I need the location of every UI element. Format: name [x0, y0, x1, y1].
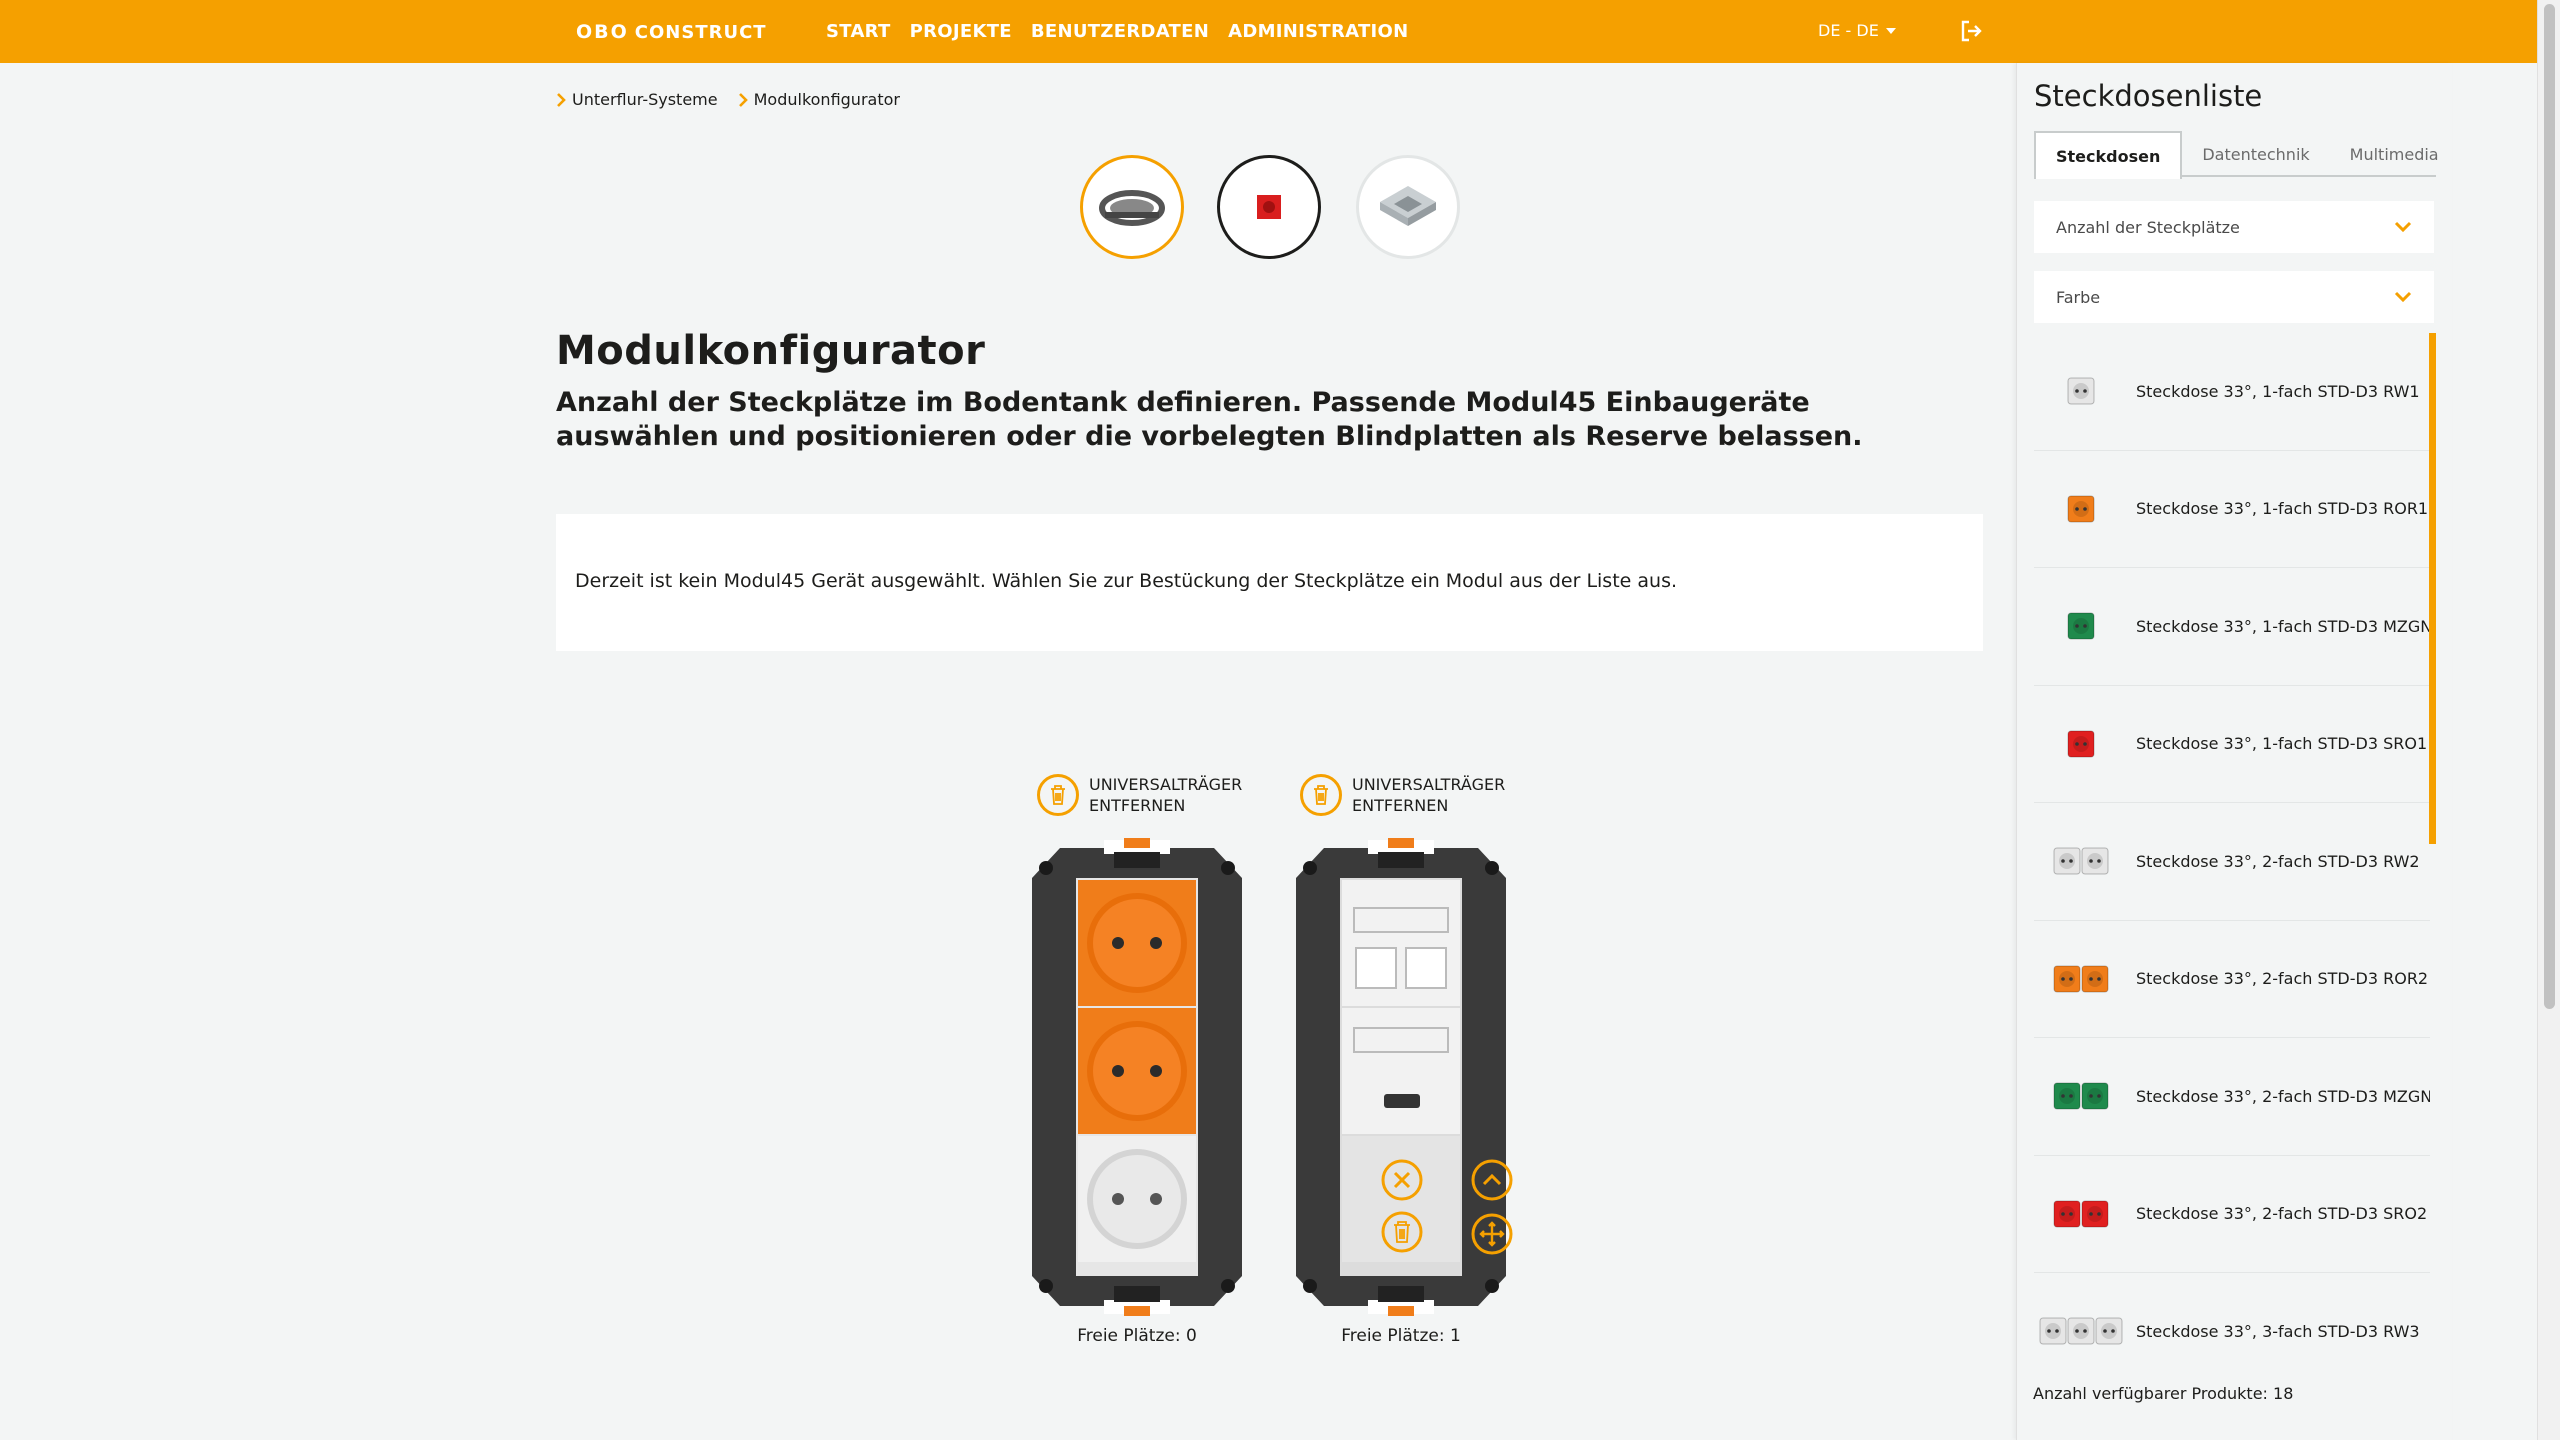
remove-carrier-label: Universalträger entfernen [1352, 774, 1505, 816]
socket-thumbnail [2034, 1066, 2130, 1126]
logo-text: CONSTRUCT [634, 21, 767, 43]
product-label: Steckdose 33°, 2-fach STD-D3 SRO2 [2136, 1204, 2428, 1224]
step-module[interactable] [1217, 155, 1321, 259]
floor-box-icon [1099, 190, 1165, 226]
info-text: Derzeit ist kein Modul45 Gerät ausgewähl… [575, 570, 1678, 592]
step-floor-box[interactable] [1080, 155, 1184, 259]
product-item[interactable]: Steckdose 33°, 2-fach STD-D3 MZGN2 [2034, 1038, 2430, 1156]
trash-icon [1037, 774, 1079, 816]
nav-benutzerdaten[interactable]: BENUTZERDATEN [1031, 21, 1209, 42]
product-label: Steckdose 33°, 2-fach STD-D3 MZGN2 [2136, 1086, 2430, 1106]
hdmi-module[interactable] [1342, 1008, 1460, 1134]
product-label: Steckdose 33°, 1-fach STD-D3 MZGN1 [2136, 616, 2430, 636]
socket-thumbnail [2034, 1301, 2130, 1361]
nav-administration[interactable]: ADMINISTRATION [1228, 21, 1408, 42]
language-select[interactable]: DE - DE [1818, 21, 1896, 40]
product-item[interactable]: Steckdose 33°, 1-fach STD-D3 RW1 [2034, 333, 2430, 451]
socket-list-sidebar: Steckdosenliste Steckdosen Datentechnik … [2016, 63, 2452, 1440]
product-item[interactable]: Steckdose 33°, 1-fach STD-D3 ROR1 [2034, 451, 2430, 568]
data-module[interactable] [1342, 880, 1460, 1006]
top-bar: OBO CONSTRUCT START PROJEKTE BENUTZERDAT… [0, 0, 2560, 63]
tab-steckdosen[interactable]: Steckdosen [2034, 131, 2183, 179]
product-label: Steckdose 33°, 2-fach STD-D3 RW2 [2136, 851, 2420, 871]
chevron-down-icon [2394, 221, 2412, 233]
product-label: Steckdose 33°, 1-fach STD-D3 ROR1 [2136, 499, 2429, 519]
red-socket-icon [1257, 195, 1281, 219]
trash-icon [1300, 774, 1342, 816]
free-slots: Freie Plätze: 1 [1341, 1326, 1461, 1346]
label-line: entfernen [1089, 796, 1186, 815]
page-title: Modulkonfigurator [556, 328, 986, 374]
logout-icon[interactable] [1958, 18, 1984, 44]
move-icon[interactable] [1470, 1212, 1514, 1256]
carrier-frame [1032, 838, 1242, 1316]
breadcrumb-label: Unterflur-Systeme [572, 90, 718, 109]
remove-carrier-label: Universalträger entfernen [1089, 774, 1242, 816]
breadcrumb-item[interactable]: Unterflur-Systeme [556, 90, 718, 109]
sidebar-title: Steckdosenliste [2034, 79, 2263, 113]
breadcrumb: Unterflur-Systeme Modulkonfigurator [556, 90, 900, 109]
product-label: Steckdose 33°, 1-fach STD-D3 RW1 [2136, 381, 2420, 401]
socket-thumbnail [2034, 1184, 2130, 1244]
socket-orange[interactable] [1078, 1008, 1196, 1134]
product-count: Anzahl verfügbarer Produkte: 18 [2033, 1384, 2294, 1403]
chevron-up-icon[interactable] [1470, 1158, 1514, 1202]
page-scrollbar[interactable] [2537, 0, 2560, 1440]
remove-carrier-button[interactable]: Universalträger entfernen [1037, 774, 1242, 816]
info-box: Derzeit ist kein Modul45 Gerät ausgewähl… [556, 514, 1983, 651]
product-item[interactable]: Steckdose 33°, 2-fach STD-D3 SRO2 [2034, 1156, 2430, 1273]
socket-orange[interactable] [1078, 880, 1196, 1006]
free-slots: Freie Plätze: 0 [1077, 1326, 1197, 1346]
socket-thumbnail [2034, 831, 2130, 891]
sidebar-tabs: Steckdosen Datentechnik Multimedia [2034, 131, 2439, 179]
product-label: Steckdose 33°, 2-fach STD-D3 ROR2 [2136, 969, 2429, 989]
logo[interactable]: OBO CONSTRUCT [576, 20, 767, 44]
filter-label: Farbe [2056, 287, 2101, 307]
main-nav: START PROJEKTE BENUTZERDATEN ADMINISTRAT… [826, 0, 1428, 63]
step-cover[interactable] [1356, 155, 1460, 259]
product-item[interactable]: Steckdose 33°, 1-fach STD-D3 SRO1 [2034, 686, 2430, 803]
product-item[interactable]: Steckdose 33°, 2-fach STD-D3 RW2 [2034, 803, 2430, 921]
nav-projekte[interactable]: PROJEKTE [910, 21, 1012, 42]
cover-icon [1380, 186, 1436, 226]
product-list: Steckdose 33°, 1-fach STD-D3 RW1 Steckdos… [2034, 333, 2430, 1389]
close-icon[interactable] [1380, 1158, 1424, 1202]
label-line: Universalträger [1089, 775, 1243, 794]
product-item[interactable]: Steckdose 33°, 1-fach STD-D3 MZGN1 [2034, 568, 2430, 686]
product-item[interactable]: Steckdose 33°, 2-fach STD-D3 ROR2 [2034, 921, 2430, 1038]
chevron-down-icon [2394, 291, 2412, 303]
chevron-right-icon [557, 92, 566, 107]
breadcrumb-label: Modulkonfigurator [753, 90, 900, 109]
nav-start[interactable]: START [826, 21, 891, 42]
remove-carrier-button[interactable]: Universalträger entfernen [1300, 774, 1505, 816]
tab-datentechnik[interactable]: Datentechnik [2182, 131, 2329, 177]
socket-thumbnail [2034, 714, 2130, 774]
chevron-right-icon [738, 92, 748, 107]
trash-icon[interactable] [1380, 1210, 1424, 1254]
logo-mark: OBO [576, 21, 629, 43]
page-scrollbar-thumb[interactable] [2544, 4, 2555, 1009]
product-label: Steckdose 33°, 3-fach STD-D3 RW3 [2136, 1321, 2420, 1341]
socket-thumbnail [2034, 479, 2130, 539]
filter-label: Anzahl der Steckplätze [2056, 217, 2240, 237]
label-line: Universalträger [1352, 775, 1506, 794]
socket-thumbnail [2034, 949, 2130, 1009]
socket-white[interactable] [1078, 1136, 1196, 1262]
list-scrollbar[interactable] [2429, 333, 2436, 844]
filter-color[interactable]: Farbe [2034, 271, 2434, 323]
label-line: entfernen [1352, 796, 1449, 815]
socket-thumbnail [2034, 361, 2130, 421]
product-item[interactable]: Steckdose 33°, 3-fach STD-D3 RW3 [2034, 1273, 2430, 1389]
filter-slot-count[interactable]: Anzahl der Steckplätze [2034, 201, 2434, 253]
language-label: DE - DE [1818, 21, 1879, 40]
page-subtitle: Anzahl der Steckplätze im Bodentank defi… [556, 387, 1863, 452]
product-label: Steckdose 33°, 1-fach STD-D3 SRO1 [2136, 734, 2428, 754]
breadcrumb-item[interactable]: Modulkonfigurator [738, 90, 900, 109]
socket-thumbnail [2034, 596, 2130, 656]
chevron-down-icon [1885, 27, 1896, 34]
tab-multimedia[interactable]: Multimedia [2330, 131, 2459, 177]
